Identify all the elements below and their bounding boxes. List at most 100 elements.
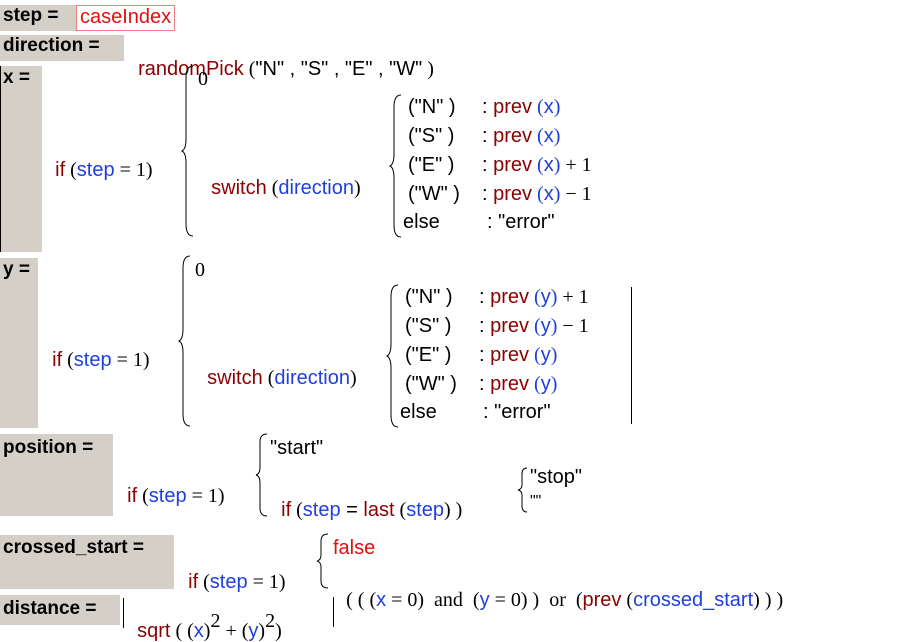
exponent: 2 (265, 610, 276, 633)
switch-case-row[interactable]: ("S" ): prev (y) − 1 (405, 315, 665, 337)
y-var: y (248, 620, 259, 642)
x-var: x (376, 589, 387, 611)
condition: = 0) and ( (386, 589, 480, 611)
paren: ) (353, 177, 361, 199)
y-outer-brace (177, 255, 191, 427)
case-key: ("S" ) (405, 315, 452, 337)
paren: ) (553, 96, 561, 118)
condition: = 1) (247, 571, 286, 593)
position-stop: "stop" (530, 466, 583, 488)
paren: ) (275, 620, 282, 642)
colon: : (479, 344, 491, 366)
switch-case-row[interactable]: ("W" ): prev (x) − 1 (408, 183, 668, 205)
prev-fn: prev (490, 373, 530, 395)
position-inner-brace (517, 467, 528, 513)
if-keyword: if (281, 499, 292, 521)
condition: = 1) (114, 159, 153, 181)
last-fn: last (363, 499, 395, 521)
crossed-start-expression[interactable]: ( ( (x = 0) and (y = 0) ) or (prev (cros… (335, 567, 783, 611)
case-var: y (540, 344, 551, 366)
paren: ( (62, 349, 74, 371)
if-keyword: if (127, 485, 138, 507)
paren: ( (394, 499, 407, 521)
y-if[interactable]: if (step = 1) (41, 327, 149, 371)
paren: ( (529, 344, 541, 366)
switch-case-row[interactable]: ("W" ): prev (y) (405, 373, 665, 395)
switch-case-row[interactable]: ("N" ): prev (x) (408, 96, 668, 118)
exponent: 2 (210, 610, 221, 633)
switch-case-row[interactable]: ("N" ): prev (y) + 1 (405, 286, 665, 308)
step-var: step (148, 485, 187, 507)
direction-label[interactable]: direction = (0, 35, 124, 61)
crossed-start-false: false (333, 537, 376, 559)
position-label[interactable]: position = (0, 434, 113, 516)
distance-label[interactable]: distance = (0, 595, 120, 625)
position-if[interactable]: if (step = 1) (116, 463, 224, 507)
crossed-start-label[interactable]: crossed_start = (0, 535, 174, 589)
paren: ( (291, 499, 303, 521)
switch-case-row[interactable]: ("S" ): prev (x) (408, 125, 668, 147)
plus: + ( (220, 620, 249, 642)
x-if[interactable]: if (step = 1) (44, 137, 153, 181)
switch-keyword: switch (211, 177, 267, 199)
case-var: y (540, 373, 551, 395)
paren: ( (532, 96, 544, 118)
paren: ) (550, 373, 558, 395)
paren: ( (198, 571, 210, 593)
crossed-start-var: crossed_start (633, 589, 754, 611)
y-base-value: 0 (195, 259, 205, 281)
crossed-start-if[interactable]: if (step = 1) (177, 549, 286, 593)
switch-case-row[interactable]: ("E" ): prev (y) (405, 344, 665, 366)
paren: ( (532, 183, 544, 205)
prev-fn: prev (493, 154, 533, 176)
step-expression[interactable]: caseIndex (76, 5, 176, 31)
step-var: step (209, 571, 248, 593)
paren: ( (532, 125, 544, 147)
paren: ) (422, 58, 434, 80)
y-else-value: : "error" (483, 401, 551, 423)
prev-fn: prev (493, 125, 533, 147)
prev-fn: prev (490, 344, 530, 366)
direction-args: "N" , "S" , "E" , "W" (255, 58, 423, 80)
x-base-value: 0 (198, 68, 208, 90)
colon: : (479, 373, 491, 395)
x-else-key: else (403, 211, 440, 233)
case-var: x (543, 154, 554, 176)
paren: ( (266, 177, 279, 199)
x-else-value: : "error" (487, 211, 555, 233)
y-switch-brace (385, 284, 399, 428)
case-key: ("E" ) (408, 154, 455, 176)
paren: ( ( (170, 620, 194, 642)
colon: : (479, 315, 491, 337)
prev-fn: prev (490, 286, 530, 308)
x-label[interactable]: x = (0, 66, 42, 252)
y-label[interactable]: y = (0, 258, 38, 428)
step-label[interactable]: step = (0, 5, 76, 31)
case-suffix: + 1 (560, 154, 592, 176)
paren: ( (529, 286, 541, 308)
position-inner-if[interactable]: if (step = last (step) ) (270, 477, 462, 521)
prev-fn: prev (490, 315, 530, 337)
paren: ) ) ) (753, 589, 784, 611)
sqrt-fn: sqrt (137, 620, 171, 642)
text-cursor (631, 287, 632, 424)
direction-var: direction (278, 177, 354, 199)
y-switch[interactable]: switch (direction) (196, 345, 357, 389)
direction-expression[interactable]: randomPick ("N" , "S" , "E" , "W" ) (127, 36, 434, 80)
distance-expression[interactable]: sqrt ( (x)2 + (y)2) (123, 598, 282, 642)
paren: ( ( ( (346, 589, 377, 611)
paren: ( (262, 367, 275, 389)
case-key: ("S" ) (408, 125, 455, 147)
paren: ( (243, 58, 256, 80)
paren: ) ) (444, 499, 463, 521)
paren: ( (621, 589, 634, 611)
paren: ) (553, 125, 561, 147)
case-key: ("N" ) (408, 96, 456, 118)
switch-case-row[interactable]: ("E" ): prev (x) + 1 (408, 154, 668, 176)
crossed-start-brace (316, 533, 329, 589)
y-var: y (479, 589, 490, 611)
position-brace (255, 433, 268, 517)
x-switch[interactable]: switch (direction) (200, 155, 361, 199)
case-var: x (543, 125, 554, 147)
colon: : (482, 125, 494, 147)
